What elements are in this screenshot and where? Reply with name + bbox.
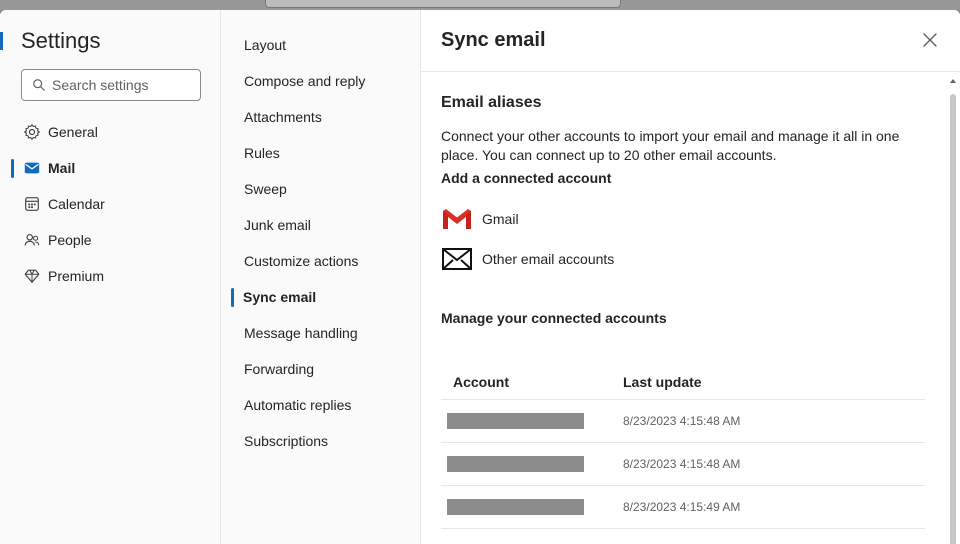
gear-icon [23, 123, 41, 141]
category-people-label: People [48, 232, 92, 248]
table-row[interactable]: 8/23/2023 4:15:49 AM [441, 486, 925, 529]
subcategory-sweep[interactable]: Sweep [221, 171, 420, 207]
search-settings-box[interactable] [21, 69, 201, 101]
category-general[interactable]: General [0, 114, 220, 150]
last-update-cell: 8/23/2023 4:15:48 AM [623, 414, 741, 428]
last-update-cell: 8/23/2023 4:15:49 AM [623, 500, 741, 514]
category-people[interactable]: People [0, 222, 220, 258]
window-edge-indicator [0, 32, 3, 50]
subcategory-subscriptions[interactable]: Subscriptions [221, 423, 420, 459]
settings-category-panel: Settings General [0, 10, 221, 544]
scrollbar-thumb[interactable] [950, 94, 956, 544]
add-other-account-button[interactable]: Other email accounts [441, 245, 614, 273]
table-row[interactable]: 8/23/2023 4:15:48 AM [441, 400, 925, 443]
category-calendar[interactable]: Calendar [0, 186, 220, 222]
category-calendar-label: Calendar [48, 196, 105, 212]
sync-description: Connect your other accounts to import yo… [441, 128, 900, 163]
envelope-icon [441, 245, 473, 273]
subcategory-sync-email[interactable]: Sync email [221, 279, 420, 315]
pane-title: Sync email [441, 29, 546, 51]
gmail-label: Gmail [482, 211, 519, 227]
subcategory-layout[interactable]: Layout [221, 27, 420, 63]
redacted-account-name [447, 413, 584, 429]
table-row[interactable]: 8/23/2023 4:15:48 AM [441, 443, 925, 486]
subcategory-automatic-replies[interactable]: Automatic replies [221, 387, 420, 423]
calendar-icon [23, 195, 41, 213]
sync-email-pane: Sync email Email aliases Connect your ot… [421, 10, 960, 544]
other-accounts-label: Other email accounts [482, 251, 615, 267]
background-search-box [265, 0, 621, 8]
account-cell [441, 413, 611, 429]
settings-title: Settings [21, 28, 101, 53]
subcategory-customize-actions[interactable]: Customize actions [221, 243, 420, 279]
redacted-account-name [447, 499, 584, 515]
category-general-label: General [48, 124, 98, 140]
email-aliases-heading: Email aliases [441, 94, 542, 111]
subcategory-junk-email[interactable]: Junk email [221, 207, 420, 243]
subcategory-compose-and-reply[interactable]: Compose and reply [221, 63, 420, 99]
people-icon [23, 231, 41, 249]
diamond-icon [23, 267, 41, 285]
settings-dialog: Settings General [0, 10, 960, 544]
close-icon[interactable] [920, 30, 940, 50]
table-header: Account Last update [441, 364, 925, 400]
mail-subcategory-panel: Layout Compose and reply Attachments Rul… [221, 10, 421, 544]
search-settings-input[interactable] [52, 77, 192, 93]
add-gmail-account-button[interactable]: Gmail [441, 205, 519, 233]
category-premium-label: Premium [48, 268, 105, 284]
subcategory-rules[interactable]: Rules [221, 135, 420, 171]
subcategory-message-handling[interactable]: Message handling [221, 315, 420, 351]
subcategory-nav: Layout Compose and reply Attachments Rul… [221, 27, 420, 459]
redacted-account-name [447, 456, 584, 472]
column-header-account: Account [453, 373, 509, 390]
last-update-cell: 8/23/2023 4:15:48 AM [623, 457, 741, 471]
manage-accounts-heading: Manage your connected accounts [441, 310, 667, 326]
pane-scroll-area: Email aliases Connect your other account… [421, 72, 960, 544]
gmail-logo-icon [441, 205, 473, 233]
mail-icon [23, 159, 41, 177]
category-mail-label: Mail [48, 160, 76, 176]
scroll-up-arrow-icon[interactable] [948, 76, 958, 86]
add-account-heading: Add a connected account [441, 170, 612, 186]
category-nav: General Mail Calendar People Premium [0, 114, 220, 294]
search-icon [33, 79, 45, 91]
account-cell [441, 456, 611, 472]
category-mail[interactable]: Mail [0, 150, 220, 186]
connected-accounts-table: Account Last update 8/23/2023 4:15:48 AM… [441, 364, 925, 529]
column-header-last-update: Last update [623, 373, 702, 390]
subcategory-forwarding[interactable]: Forwarding [221, 351, 420, 387]
background-window-strip [0, 0, 960, 10]
account-cell [441, 499, 611, 515]
subcategory-attachments[interactable]: Attachments [221, 99, 420, 135]
category-premium[interactable]: Premium [0, 258, 220, 294]
